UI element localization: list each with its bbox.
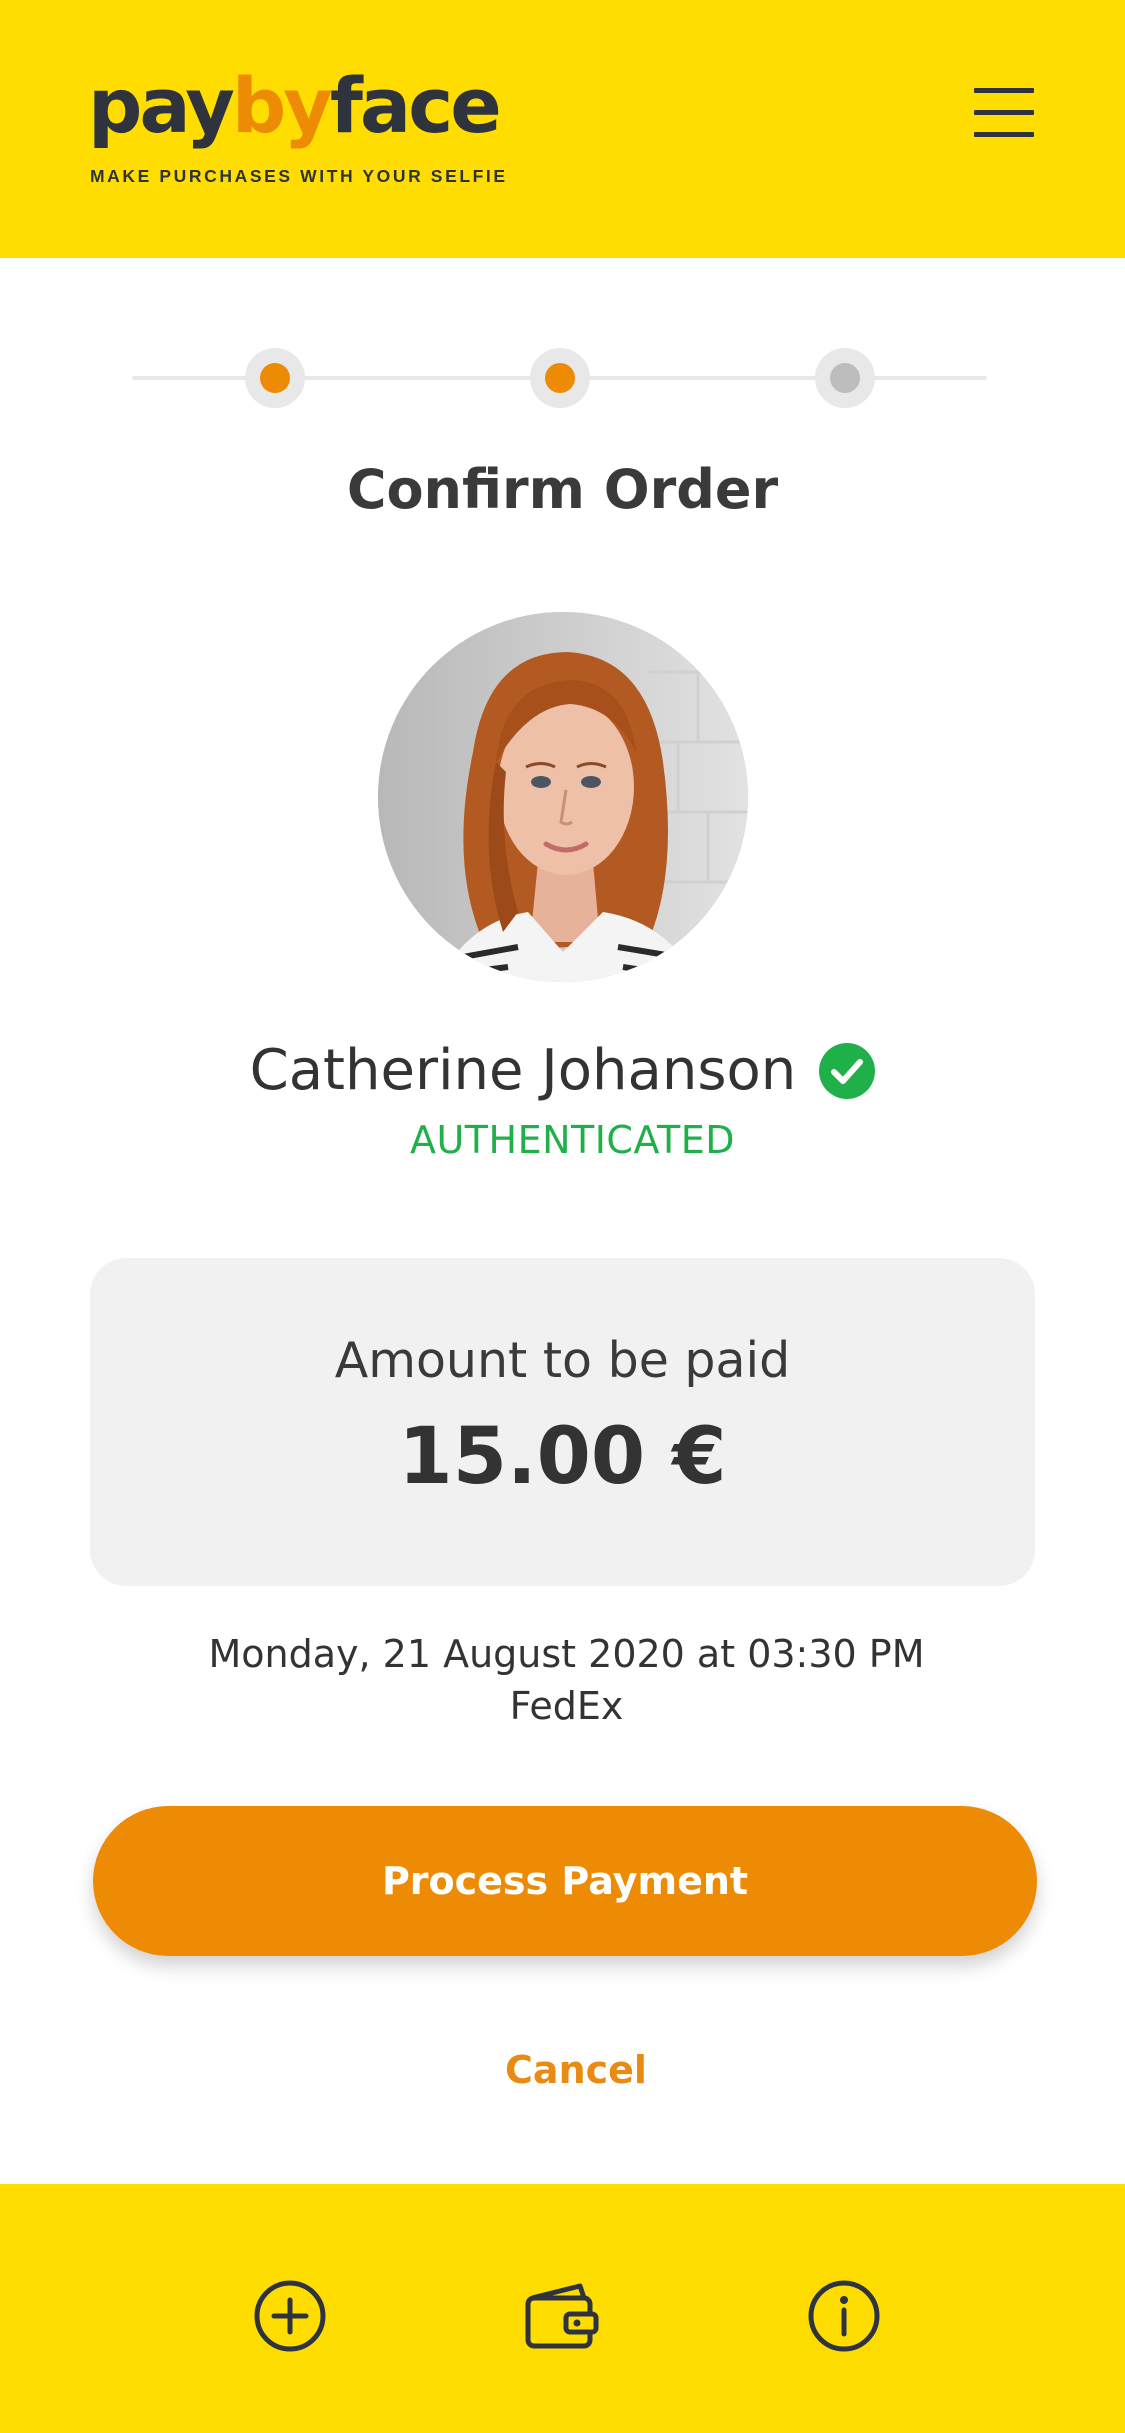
authentication-status: AUTHENTICATED [409,1118,735,1162]
bottom-navigation [0,2184,1125,2433]
progress-stepper [132,348,987,408]
amount-label: Amount to be paid [334,1332,791,1389]
delivery-datetime: Monday, 21 August 2020 at 03:30 PM [208,1632,925,1676]
cancel-button[interactable]: Cancel [0,2048,1125,2092]
user-name: Catherine Johanson [249,1038,797,1103]
delivery-carrier: FedEx [509,1684,624,1728]
step-2-current [530,348,590,408]
hamburger-menu-icon[interactable] [970,84,1038,142]
plus-circle-icon[interactable] [250,2276,330,2356]
step-3-pending [815,348,875,408]
step-1-complete [245,348,305,408]
user-avatar [378,612,748,982]
logo-part-by: by [231,61,333,150]
logo-part-pay: pay [88,61,235,150]
app-header: paybyface MAKE PURCHASES WITH YOUR SELFI… [0,0,1125,258]
page-title: Confirm Order [346,458,779,521]
amount-value: 15.00 € [398,1412,727,1502]
info-circle-icon[interactable] [804,2276,884,2356]
process-payment-button[interactable]: Process Payment [93,1806,1037,1956]
user-name-row: Catherine Johanson [0,1038,1125,1103]
check-circle-icon [819,1042,876,1099]
wallet-icon[interactable] [522,2276,602,2356]
logo-part-face: face [329,61,502,150]
logo-tagline: MAKE PURCHASES WITH YOUR SELFIE [90,166,508,186]
amount-card: Amount to be paid 15.00 € [90,1258,1035,1586]
paybyface-logo[interactable]: paybyface [88,68,502,144]
